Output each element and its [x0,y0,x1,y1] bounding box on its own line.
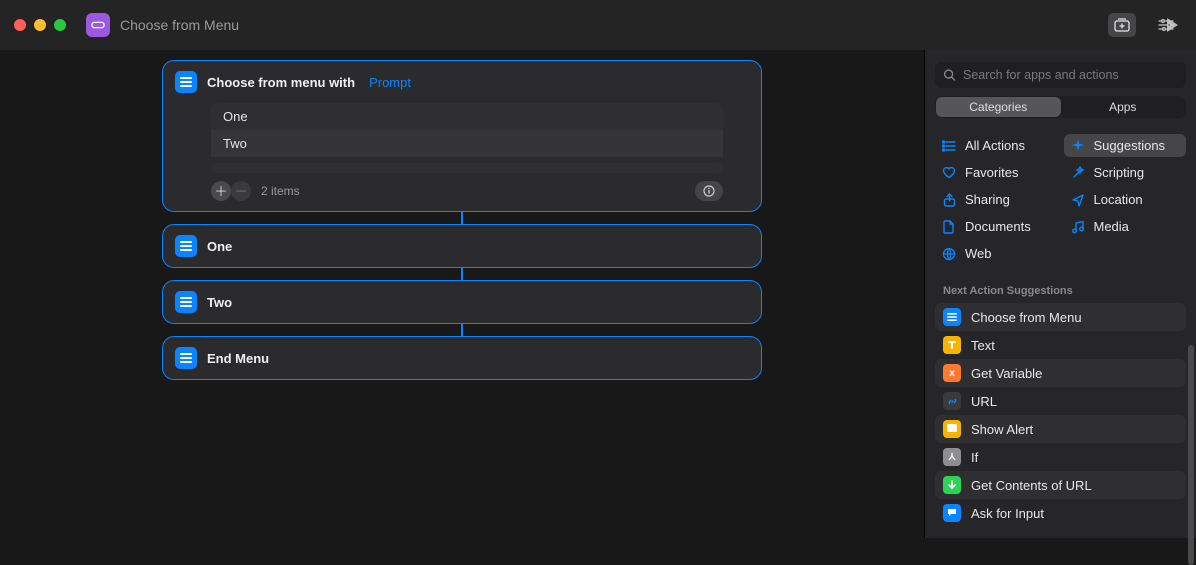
var-icon: x [943,364,961,382]
items-count-label: 2 items [261,184,300,198]
share-icon [941,193,957,207]
connector-line [461,324,463,336]
category-label: Web [965,246,992,261]
library-segmented-control: Categories Apps [935,96,1186,118]
category-sharing[interactable]: Sharing [935,188,1058,211]
connector-line [461,212,463,224]
category-label: Media [1094,219,1129,234]
suggestion-get-variable[interactable]: x Get Variable [935,359,1186,387]
menu-option-row[interactable]: One [211,103,723,130]
zoom-window-button[interactable] [54,19,66,31]
segment-apps[interactable]: Apps [1061,97,1186,117]
actions-sidebar: Categories Apps All Actions Suggestions Fa… [924,50,1196,538]
window-title: Choose from Menu [120,17,239,33]
category-label: Location [1094,192,1143,207]
suggestion-label: Choose from Menu [971,310,1082,325]
suggestion-url[interactable]: URL [935,387,1186,415]
connector-line [461,268,463,280]
library-tab-icon[interactable] [1108,13,1136,37]
alert-icon [943,420,961,438]
action-choose-from-menu[interactable]: Choose from menu with Prompt One Two ＋ －… [162,60,762,212]
suggestion-label: Ask for Input [971,506,1044,521]
search-icon [943,69,956,82]
sparkle-icon [1070,139,1086,153]
remove-option-button[interactable]: － [231,181,251,201]
down-icon [943,476,961,494]
suggestion-ask-for-input[interactable]: Ask for Input [935,499,1186,527]
menu-icon [943,308,961,326]
suggestion-label: Text [971,338,995,353]
link-icon [943,392,961,410]
category-label: Sharing [965,192,1010,207]
suggestion-choose-from-menu[interactable]: Choose from Menu [935,303,1186,331]
shortcut-app-icon [86,13,110,37]
globe-icon [941,247,957,261]
category-favorites[interactable]: Favorites [935,161,1058,184]
info-button[interactable] [695,181,723,201]
close-window-button[interactable] [14,19,26,31]
minimize-window-button[interactable] [34,19,46,31]
suggestion-get-contents-of-url[interactable]: Get Contents of URL [935,471,1186,499]
category-label: Favorites [965,165,1018,180]
location-icon [1070,193,1086,207]
category-label: Suggestions [1094,138,1166,153]
menu-icon [175,347,197,369]
section-title: Next Action Suggestions [943,285,1178,297]
suggestion-label: Show Alert [971,422,1033,437]
segment-categories[interactable]: Categories [936,97,1061,117]
branch-icon [943,448,961,466]
category-scripting[interactable]: Scripting [1064,161,1187,184]
branch-one[interactable]: One [162,224,762,268]
menu-option-placeholder [211,163,723,173]
suggestion-if[interactable]: If [935,443,1186,471]
suggestion-text[interactable]: Text [935,331,1186,359]
menu-icon [175,71,197,93]
branch-two[interactable]: Two [162,280,762,324]
category-label: Scripting [1094,165,1145,180]
category-media[interactable]: Media [1064,215,1187,238]
suggestion-label: Get Variable [971,366,1042,381]
category-suggestions[interactable]: Suggestions [1064,134,1187,157]
workflow-canvas[interactable]: Choose from menu with Prompt One Two ＋ －… [0,50,924,538]
category-label: All Actions [965,138,1025,153]
category-location[interactable]: Location [1064,188,1187,211]
prompt-token[interactable]: Prompt [369,75,411,90]
menu-icon [175,235,197,257]
category-web[interactable]: Web [935,242,1058,265]
branch-label: One [207,239,232,254]
heart-icon [941,166,957,179]
wand-icon [1070,166,1086,180]
branch-label: Two [207,295,232,310]
doc-icon [941,220,957,234]
music-icon [1070,220,1086,234]
category-documents[interactable]: Documents [935,215,1058,238]
list-icon [941,140,957,152]
end-menu-block[interactable]: End Menu [162,336,762,380]
menu-option-row[interactable]: Two [211,130,723,157]
suggestion-label: If [971,450,978,465]
suggestion-label: Get Contents of URL [971,478,1092,493]
search-input[interactable] [935,62,1186,88]
suggestion-label: URL [971,394,997,409]
category-all-actions[interactable]: All Actions [935,134,1058,157]
suggestion-show-alert[interactable]: Show Alert [935,415,1186,443]
chat-icon [943,504,961,522]
action-title: Choose from menu with [207,75,355,90]
end-menu-label: End Menu [207,351,269,366]
category-label: Documents [965,219,1031,234]
window-controls [14,19,66,31]
text-icon [943,336,961,354]
settings-sliders-icon[interactable] [1152,13,1180,37]
sidebar-scrollbar[interactable] [1188,345,1194,565]
add-option-button[interactable]: ＋ [211,181,231,201]
menu-icon [175,291,197,313]
